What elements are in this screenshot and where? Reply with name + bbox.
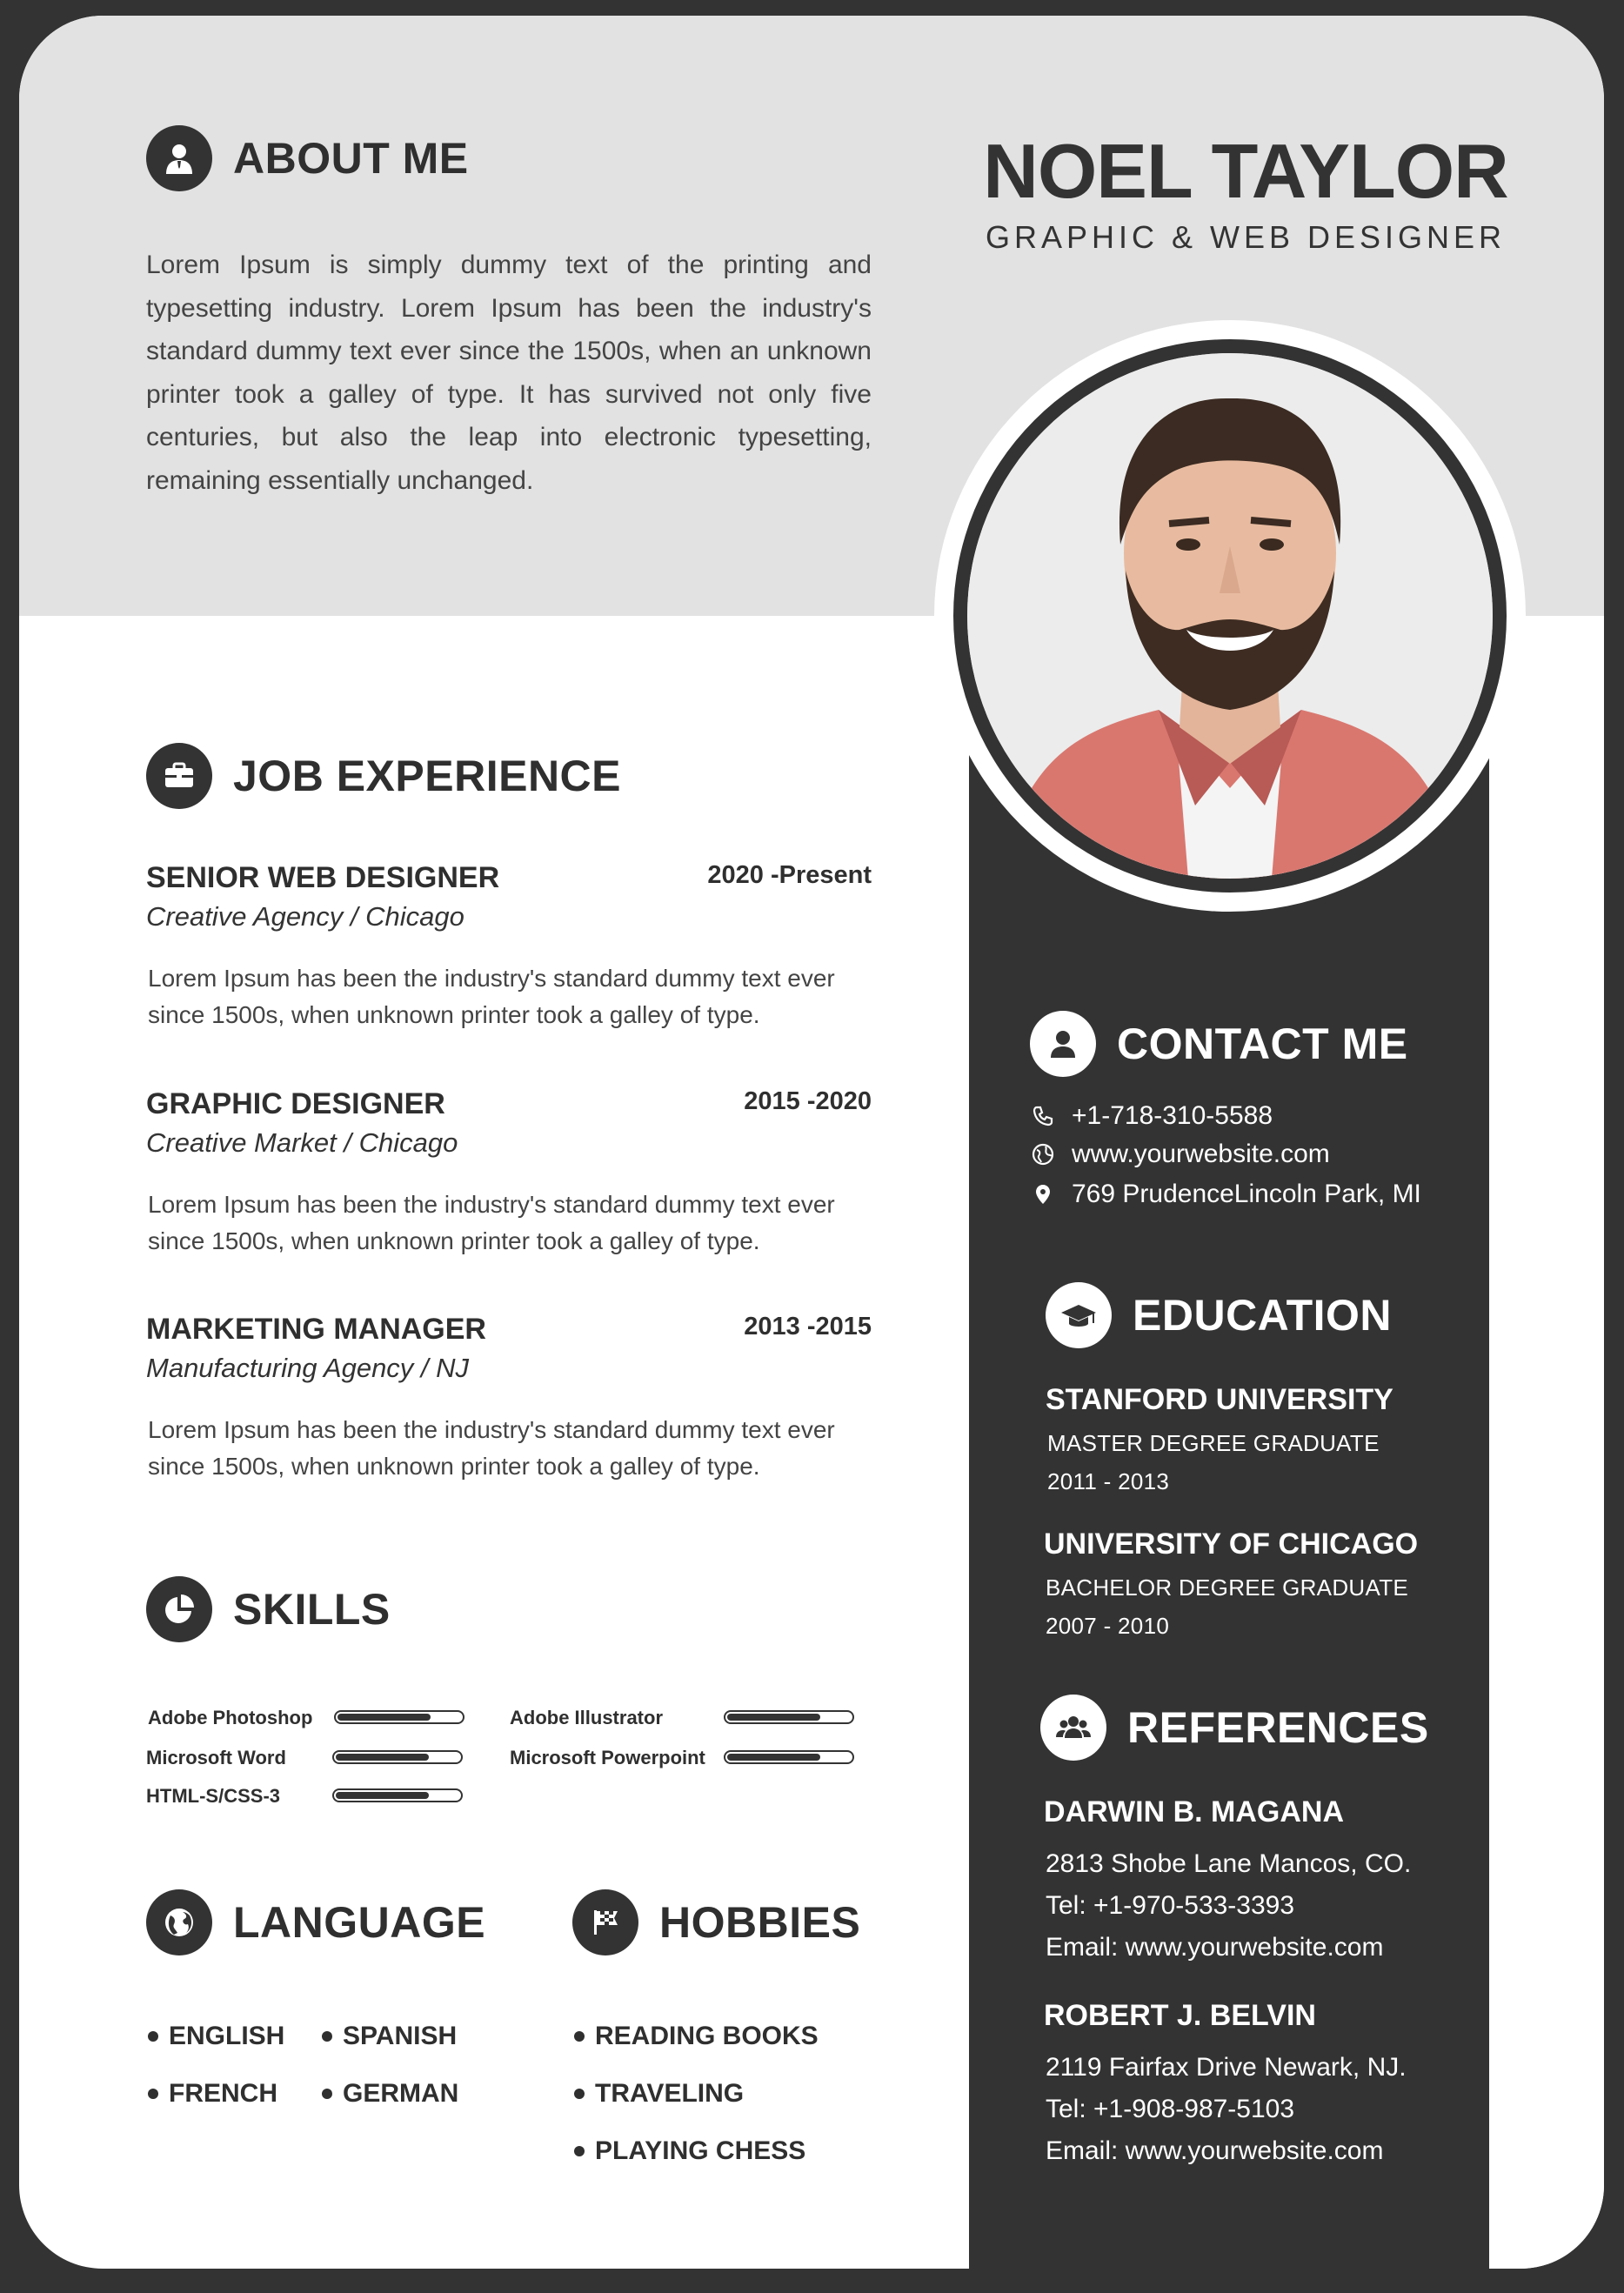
contact-address: 769 PrudenceLincoln Park, MI [1030,1180,1421,1209]
references-heading-label: REFERENCES [1127,1703,1429,1752]
skill-bar-fill [336,1792,429,1799]
reference-address: 2119 Fairfax Drive Newark, NJ. [1046,2053,1407,2082]
address: 769 PrudenceLincoln Park, MI [1072,1180,1421,1208]
education-degree: BACHELOR DEGREE GRADUATE [1046,1574,1409,1601]
chequered-flag-icon [572,1889,638,1955]
graduation-cap-icon [1046,1282,1112,1348]
language-heading-label: LANGUAGE [233,1898,486,1947]
education-heading-label: EDUCATION [1133,1291,1393,1340]
skill-label: Microsoft Word [146,1747,286,1768]
skill-label: Adobe Photoshop [148,1707,313,1728]
language-item: GERMAN [322,2079,458,2109]
skill-bar-fill [727,1714,820,1721]
reference-phone: Tel: +1-908-987-5103 [1046,2095,1295,2123]
skill-bar-fill [337,1714,431,1721]
contact-heading: CONTACT ME [1030,1011,1408,1077]
sidebar-panel [969,729,1489,2269]
skill-bar [332,1788,463,1802]
page-margin-strip [1489,616,1604,2269]
globe-icon [1030,1141,1056,1167]
skill-bar-fill [727,1754,820,1761]
candidate-name: NOEL TAYLOR [983,128,1508,214]
hobbies-heading: HOBBIES [572,1889,860,1955]
hobbies-heading-label: HOBBIES [659,1898,861,1947]
job-dates: 2013 -2015 [744,1313,872,1340]
contact-heading-label: CONTACT ME [1117,1019,1408,1068]
reference-name: DARWIN B. MAGANA [1044,1795,1345,1828]
job-company: Creative Market / Chicago [146,1127,458,1158]
education-years: 2011 - 2013 [1047,1468,1170,1494]
location-pin-icon [1030,1181,1056,1207]
about-text: Lorem Ipsum is simply dummy text of the … [146,251,872,495]
reference-email: Email: www.yourwebsite.com [1046,1933,1384,1962]
profile-photo [967,353,1493,879]
reference-name: ROBERT J. BELVIN [1044,1999,1316,2032]
skills-heading-label: SKILLS [233,1585,391,1634]
job-description-line: Lorem Ipsum has been the industry's stan… [148,965,835,992]
education-school: UNIVERSITY OF CHICAGO [1044,1528,1419,1561]
references-heading: REFERENCES [1040,1695,1429,1761]
language-item: SPANISH [322,2022,457,2051]
job-description: Lorem Ipsum has been the industry's stan… [148,960,861,1033]
candidate-title: GRAPHIC & WEB DESIGNER [985,219,1507,255]
user-tie-icon [146,125,212,191]
skill-label: Adobe Illustrator [510,1707,664,1728]
user-icon [1030,1011,1096,1077]
reference-address: 2813 Shobe Lane Mancos, CO. [1046,1849,1412,1878]
users-group-icon [1040,1695,1106,1761]
skill-bar-fill [336,1754,429,1761]
job-description-line: since 1500s, when unknown printer took a… [148,1001,760,1028]
pie-chart-icon [146,1576,212,1642]
skill-bar [332,1750,463,1764]
language-item: ENGLISH [148,2022,284,2051]
language-heading: LANGUAGE [146,1889,485,1955]
education-heading: EDUCATION [1046,1282,1392,1348]
phone-icon [1030,1103,1056,1129]
globe-icon [146,1889,212,1955]
job-title: MARKETING MANAGER [146,1313,486,1346]
resume-page: NOEL TAYLOR GRAPHIC & WEB DESIGNER ABOUT… [19,16,1604,2269]
job-dates: 2015 -2020 [744,1087,872,1115]
language-item: FRENCH [148,2079,277,2109]
education-degree: MASTER DEGREE GRADUATE [1047,1430,1380,1456]
job-title: SENIOR WEB DESIGNER [146,861,500,894]
job-description-line: Lorem Ipsum has been the industry's stan… [148,1416,835,1443]
reference-phone: Tel: +1-970-533-3393 [1046,1891,1295,1920]
contact-phone: +1-718-310-5588 [1030,1101,1273,1131]
phone-number: +1-718-310-5588 [1072,1101,1273,1130]
job-dates: 2020 -Present [707,861,872,889]
job-title: GRAPHIC DESIGNER [146,1087,445,1120]
job-description-line: since 1500s, when unknown printer took a… [148,1453,760,1480]
job-description: Lorem Ipsum has been the industry's stan… [148,1412,861,1485]
briefcase-icon [146,743,212,809]
skills-heading: SKILLS [146,1576,391,1642]
experience-heading: JOB EXPERIENCE [146,743,621,809]
hobby-item: TRAVELING [574,2079,744,2109]
experience-heading-label: JOB EXPERIENCE [233,752,622,800]
job-company: Creative Agency / Chicago [146,901,464,932]
job-description: Lorem Ipsum has been the industry's stan… [148,1187,861,1260]
skill-bar [724,1750,854,1764]
skill-bar [334,1710,464,1724]
hobby-item: PLAYING CHESS [574,2136,805,2166]
education-school: STANFORD UNIVERSITY [1046,1383,1393,1416]
hobby-item: READING BOOKS [574,2022,819,2051]
skill-label: Microsoft Powerpoint [510,1747,705,1768]
about-heading: ABOUT ME [146,125,469,191]
job-company: Manufacturing Agency / NJ [146,1353,470,1383]
education-years: 2007 - 2010 [1046,1613,1170,1639]
skill-bar [724,1710,854,1724]
contact-website: www.yourwebsite.com [1030,1140,1330,1169]
job-description-line: since 1500s, when unknown printer took a… [148,1227,760,1254]
job-description-line: Lorem Ipsum has been the industry's stan… [148,1191,835,1218]
reference-email: Email: www.yourwebsite.com [1046,2136,1384,2165]
skill-label: HTML-S/CSS-3 [146,1785,280,1807]
website-url[interactable]: www.yourwebsite.com [1072,1140,1330,1169]
about-heading-label: ABOUT ME [233,134,469,183]
